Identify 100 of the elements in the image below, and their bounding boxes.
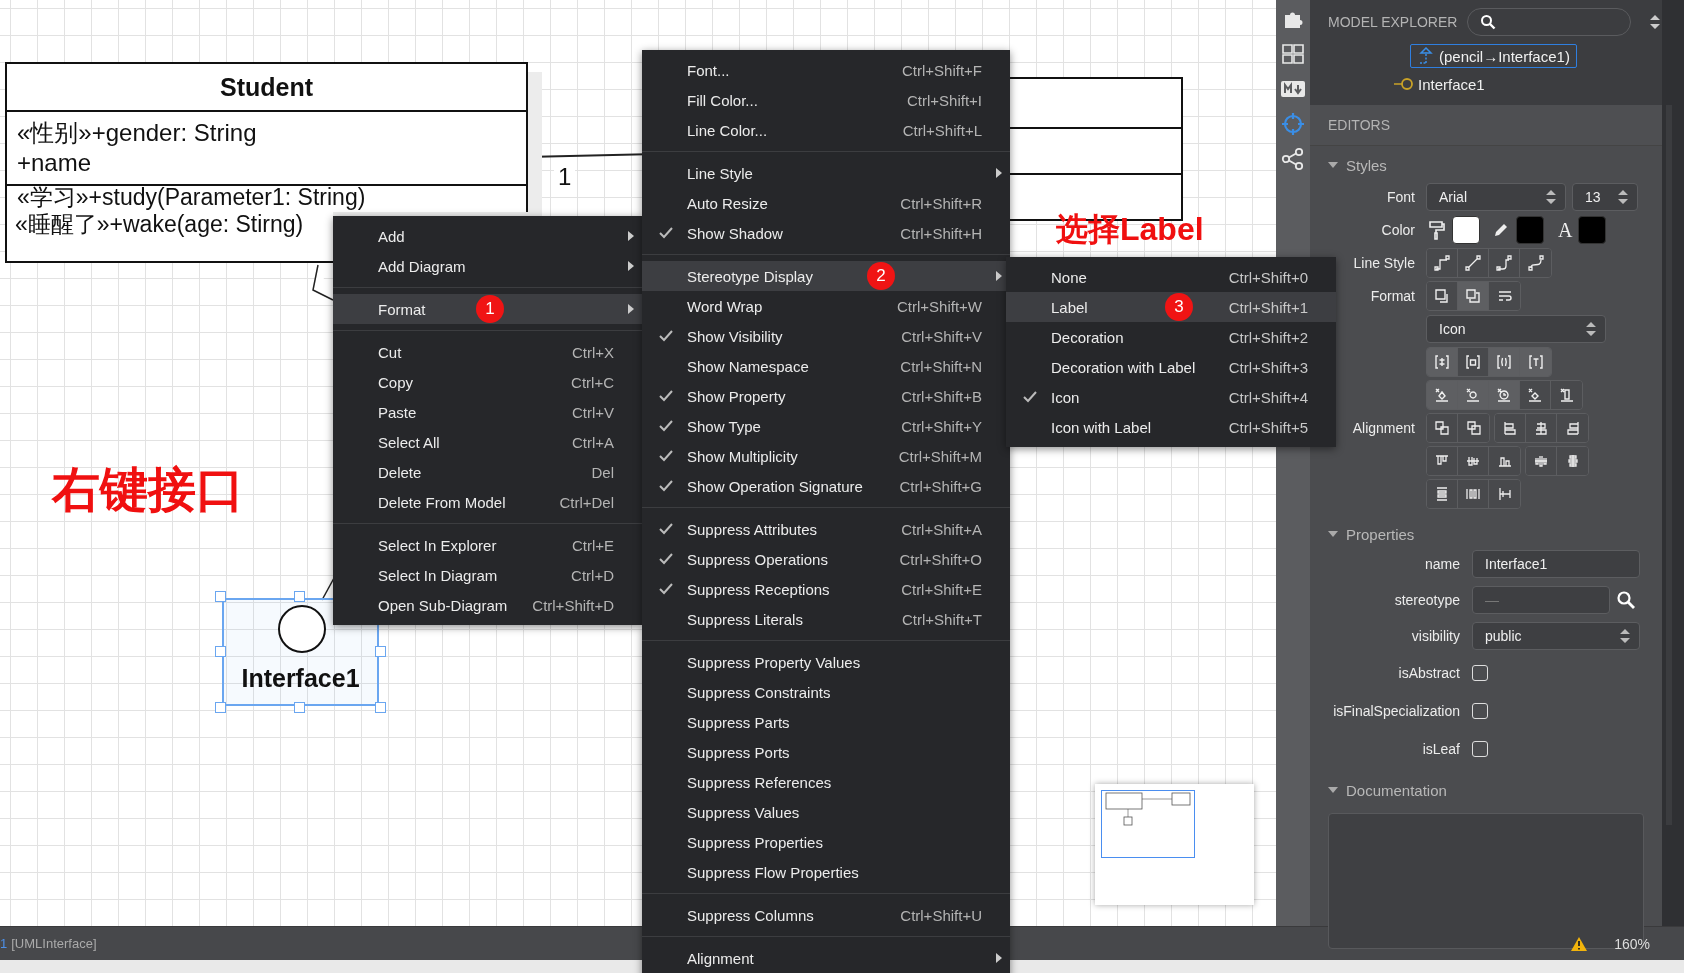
- status-element: [UMLInterface]: [11, 936, 97, 951]
- size-select[interactable]: 13: [1572, 183, 1638, 211]
- submenu-arrow-icon: [996, 168, 1002, 178]
- align-button[interactable]: [1526, 447, 1557, 475]
- resize-handle[interactable]: [215, 591, 226, 602]
- menu-item[interactable]: Line Color... Ctrl+Shift+L: [642, 115, 1010, 145]
- menu-item[interactable]: Copy Ctrl+C: [333, 367, 642, 397]
- menu-item[interactable]: Show Operation Signature Ctrl+Shift+G: [642, 471, 1010, 501]
- display-toggle-button[interactable]: [1489, 348, 1520, 376]
- resize-handle[interactable]: [215, 702, 226, 713]
- menu-item[interactable]: Suppress Flow Properties: [642, 857, 1010, 887]
- menu-item[interactable]: Delete Del: [333, 457, 642, 487]
- checkbox[interactable]: [1472, 703, 1488, 719]
- name-field[interactable]: Interface1: [1472, 550, 1640, 578]
- submenu-arrow-icon: [628, 304, 634, 314]
- menu-item[interactable]: Paste Ctrl+V: [333, 397, 642, 427]
- format-button[interactable]: [1458, 282, 1489, 310]
- menu-item[interactable]: Suppress Ports: [642, 737, 1010, 767]
- align-button[interactable]: [1427, 480, 1458, 508]
- expand-triangle-icon: [1328, 531, 1338, 537]
- display-toggle-button[interactable]: [1427, 381, 1458, 409]
- display-toggle-button[interactable]: [1489, 381, 1520, 409]
- menu-item[interactable]: Fill Color... Ctrl+Shift+I: [642, 85, 1010, 115]
- menu-item[interactable]: Line Style: [642, 158, 1010, 188]
- menu-item[interactable]: Show Multiplicity Ctrl+Shift+M: [642, 441, 1010, 471]
- search-icon[interactable]: [1616, 590, 1636, 610]
- display-toggle-button[interactable]: [1427, 348, 1458, 376]
- display-toggle-icon: [1558, 387, 1575, 403]
- checkbox[interactable]: [1472, 741, 1488, 757]
- menu-item[interactable]: Suppress Attributes Ctrl+Shift+A: [642, 514, 1010, 544]
- menu-item[interactable]: Auto Resize Ctrl+Shift+R: [642, 188, 1010, 218]
- menu-item[interactable]: Add: [333, 221, 642, 251]
- field-label: Alignment: [1351, 420, 1415, 436]
- menu-item[interactable]: Font... Ctrl+Shift+F: [642, 55, 1010, 85]
- attribute-text: +name: [17, 148, 92, 179]
- align-icon: [1434, 420, 1450, 436]
- display-toggle-button[interactable]: [1520, 348, 1551, 376]
- format-button[interactable]: [1427, 282, 1458, 310]
- field-label: isLeaf: [1421, 741, 1460, 757]
- display-toggle-icon: [1527, 387, 1543, 403]
- menu-item[interactable]: Suppress Operations Ctrl+Shift+O: [642, 544, 1010, 574]
- display-toggle-icon: [1527, 354, 1544, 370]
- color-swatch[interactable]: [1516, 216, 1544, 244]
- align-button[interactable]: [1427, 447, 1458, 475]
- menu-item[interactable]: Cut Ctrl+X: [333, 337, 642, 367]
- resize-handle[interactable]: [215, 646, 226, 657]
- menu-item[interactable]: Label 3 Ctrl+Shift+1: [1006, 292, 1336, 322]
- menu-item[interactable]: Select In Diagram Ctrl+D: [333, 560, 642, 590]
- resize-handle[interactable]: [294, 702, 305, 713]
- section-header[interactable]: Documentation: [1310, 775, 1447, 805]
- align-button[interactable]: [1427, 414, 1458, 442]
- section-header[interactable]: Properties: [1310, 519, 1415, 549]
- menu-item[interactable]: Suppress Receptions Ctrl+Shift+E: [642, 574, 1010, 604]
- menu-item[interactable]: Suppress Columns Ctrl+Shift+U: [642, 900, 1010, 930]
- updown-icon: [1546, 190, 1556, 204]
- menu-item[interactable]: Suppress Values: [642, 797, 1010, 827]
- color-swatch[interactable]: [1452, 216, 1480, 244]
- menu-item[interactable]: Suppress Property Values: [642, 647, 1010, 677]
- color-swatch[interactable]: [1578, 216, 1607, 244]
- check-icon: [658, 419, 674, 433]
- display-toggle-icon: [1434, 354, 1450, 370]
- stereotype-display-select[interactable]: Icon: [1426, 315, 1606, 343]
- grid-icon: [1282, 44, 1304, 64]
- visibility-select[interactable]: public: [1472, 622, 1640, 650]
- zoom-level: 160%: [1614, 935, 1650, 952]
- field-label: Format: [1369, 288, 1415, 304]
- menu-item[interactable]: Add Diagram: [333, 251, 642, 281]
- align-icon: [1465, 486, 1481, 502]
- display-toggle-icon: [1465, 387, 1481, 403]
- checkbox[interactable]: [1472, 665, 1488, 681]
- display-toggle-icon: [1434, 387, 1450, 403]
- menu-item[interactable]: Delete From Model Ctrl+Del: [333, 487, 642, 517]
- minimap-viewport[interactable]: [1101, 790, 1195, 858]
- submenu-arrow-icon: [996, 953, 1002, 963]
- menu-item[interactable]: Suppress Parts: [642, 707, 1010, 737]
- updown-icon: [1618, 190, 1628, 204]
- menu-item[interactable]: Alignment: [642, 943, 1010, 973]
- stereotype-field[interactable]: —: [1472, 586, 1610, 614]
- paint-roller-icon: [1428, 220, 1446, 240]
- menu-item[interactable]: Suppress Properties: [642, 827, 1010, 857]
- step-badge: 3: [1165, 293, 1193, 321]
- menu-item[interactable]: Format 1: [333, 294, 642, 324]
- menu-item[interactable]: Suppress Literals Ctrl+Shift+T: [642, 604, 1010, 634]
- menu-item[interactable]: Select All Ctrl+A: [333, 427, 642, 457]
- step-badge: 1: [476, 295, 504, 323]
- tree-item[interactable]: (pencil→Interface1): [1410, 44, 1577, 68]
- menu-item[interactable]: Show Shadow Ctrl+Shift+H: [642, 218, 1010, 248]
- line-style-button[interactable]: [1427, 249, 1458, 277]
- menu-item[interactable]: Suppress Constraints: [642, 677, 1010, 707]
- align-button[interactable]: [1495, 414, 1526, 442]
- font-select[interactable]: Arial: [1426, 183, 1566, 211]
- menu-item[interactable]: Select In Explorer Ctrl+E: [333, 530, 642, 560]
- resize-handle[interactable]: [375, 646, 386, 657]
- menu-item[interactable]: Suppress References: [642, 767, 1010, 797]
- resize-handle[interactable]: [375, 702, 386, 713]
- share-icon: [1281, 147, 1305, 171]
- tree-item[interactable]: Interface1: [1388, 72, 1491, 96]
- section-header[interactable]: Styles: [1310, 150, 1387, 180]
- check-icon: [658, 226, 674, 240]
- resize-handle[interactable]: [294, 591, 305, 602]
